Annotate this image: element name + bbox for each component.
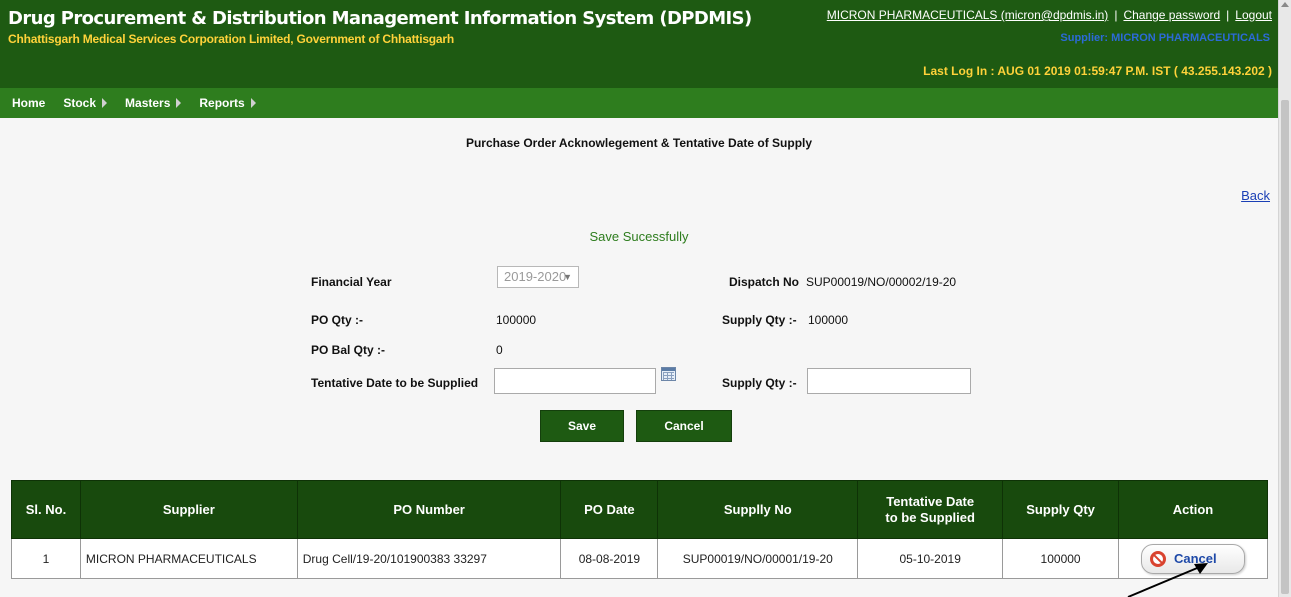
change-password-link[interactable]: Change password (1123, 8, 1220, 22)
column-header: Action (1118, 480, 1268, 539)
nav-reports-label: Reports (199, 96, 245, 110)
save-button[interactable]: Save (540, 410, 624, 442)
cell-sl-no: 1 (11, 538, 81, 579)
supply-qty-input-label: Supply Qty :- (722, 376, 797, 390)
submenu-arrow-icon (176, 98, 182, 108)
nav-stock[interactable]: Stock (63, 96, 108, 110)
link-separator: | (1226, 8, 1230, 22)
scroll-thumb[interactable] (1281, 100, 1289, 594)
status-message: Save Sucessfully (589, 229, 689, 244)
user-account-link[interactable]: MICRON PHARMACEUTICALS (micron@dpdmis.in… (827, 8, 1109, 22)
calendar-icon[interactable] (661, 367, 676, 381)
table-row: 1 MICRON PHARMACEUTICALS Drug Cell/19-20… (11, 538, 1268, 579)
financial-year-label: Financial Year (311, 275, 392, 289)
main-nav: Home Stock Masters Reports (0, 88, 1278, 118)
po-bal-qty-label: PO Bal Qty :- (311, 343, 386, 357)
last-login-info: Last Log In : AUG 01 2019 01:59:47 P.M. … (923, 64, 1272, 78)
nav-home-label: Home (12, 96, 46, 110)
tentative-date-input[interactable] (494, 368, 656, 394)
app-subtitle: Chhattisgarh Medical Services Corporatio… (8, 32, 455, 46)
po-qty-value: 100000 (496, 313, 537, 327)
link-separator: | (1114, 8, 1118, 22)
cell-supply-qty: 100000 (1002, 538, 1120, 579)
tentative-date-label: Tentative Date to be Supplied (311, 376, 479, 390)
submenu-arrow-icon (250, 98, 256, 108)
app-title: Drug Procurement & Distribution Manageme… (8, 8, 752, 29)
cell-po-date: 08-08-2019 (560, 538, 659, 579)
scroll-up-icon[interactable] (1281, 2, 1289, 7)
po-qty-label: PO Qty :- (311, 313, 364, 327)
user-links: MICRON PHARMACEUTICALS (micron@dpdmis.in… (827, 8, 1272, 22)
column-header: Supply Qty (1002, 480, 1120, 539)
main-content: Purchase Order Acknowlegement & Tentativ… (0, 118, 1278, 597)
column-header: Sl. No. (11, 480, 81, 539)
cell-supply-no: SUP00019/NO/00001/19-20 (657, 538, 859, 579)
vertical-scrollbar[interactable] (1278, 0, 1291, 597)
column-header: PO Date (560, 480, 659, 539)
supply-qty-input[interactable] (807, 368, 971, 394)
page-title: Purchase Order Acknowlegement & Tentativ… (465, 136, 813, 150)
annotation-arrow-icon (1127, 563, 1208, 597)
cell-tentative-date: 05-10-2019 (857, 538, 1004, 579)
cancel-button[interactable]: Cancel (636, 410, 732, 442)
column-header: Supplier (79, 480, 298, 539)
financial-year-value: 2019-2020 (504, 269, 567, 284)
cell-supplier: MICRON PHARMACEUTICALS (79, 538, 298, 579)
dispatch-no-label: Dispatch No (729, 275, 800, 289)
cell-po-number: Drug Cell/19-20/101900383 33297 (296, 538, 562, 579)
financial-year-select[interactable]: 2019-2020 ▼ (497, 266, 579, 288)
column-header: Supplly No (657, 480, 859, 539)
chevron-down-icon: ▼ (563, 272, 572, 282)
nav-stock-label: Stock (63, 96, 97, 110)
supply-qty-value: 100000 (808, 313, 849, 327)
table-header-row: Sl. No. Supplier PO Number PO Date Suppl… (11, 480, 1268, 539)
column-header: Tentative Date to be Supplied (857, 480, 1004, 539)
back-link[interactable]: Back (1241, 188, 1270, 203)
dispatch-no-value: SUP00019/NO/00002/19-20 (806, 275, 957, 289)
supply-table: Sl. No. Supplier PO Number PO Date Suppl… (11, 480, 1268, 579)
supplier-name-line: Supplier: MICRON PHARMACEUTICALS (1060, 32, 1270, 44)
column-header: PO Number (296, 480, 562, 539)
nav-reports[interactable]: Reports (199, 96, 256, 110)
logout-link[interactable]: Logout (1235, 8, 1272, 22)
nav-home[interactable]: Home (12, 96, 45, 110)
app-header: Drug Procurement & Distribution Manageme… (0, 0, 1278, 88)
supply-qty-label: Supply Qty :- (722, 313, 797, 327)
nav-masters[interactable]: Masters (125, 96, 182, 110)
nav-masters-label: Masters (125, 96, 171, 110)
submenu-arrow-icon (102, 98, 108, 108)
po-bal-qty-value: 0 (496, 343, 503, 357)
